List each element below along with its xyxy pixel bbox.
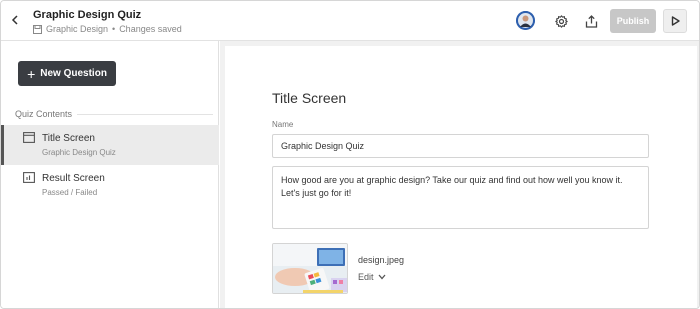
quiz-contents-header: Quiz Contents xyxy=(15,109,73,119)
page-title: Title Screen xyxy=(272,90,347,106)
description-field[interactable]: How good are you at graphic design? Take… xyxy=(272,166,649,229)
main-area: Title Screen Name Graphic Design Quiz Ho… xyxy=(220,41,699,308)
publish-button[interactable]: Publish xyxy=(610,9,656,33)
screen-icon xyxy=(23,132,35,143)
design-image xyxy=(273,244,347,293)
sidebar-item-sublabel: Passed / Failed xyxy=(42,188,98,197)
edit-dropdown[interactable]: Edit xyxy=(358,272,386,282)
preview-button[interactable] xyxy=(663,9,687,33)
chevron-left-icon xyxy=(11,15,18,25)
gear-icon xyxy=(554,14,568,28)
settings-button[interactable] xyxy=(553,13,569,29)
sidebar-item-label: Result Screen xyxy=(42,173,105,184)
image-thumbnail[interactable] xyxy=(272,243,348,294)
quiz-title: Graphic Design Quiz xyxy=(33,9,142,21)
sidebar-item-sublabel: Graphic Design Quiz xyxy=(42,148,116,157)
new-question-button[interactable]: + New Question xyxy=(18,61,116,86)
user-avatar-icon xyxy=(516,11,535,30)
edit-label: Edit xyxy=(358,272,374,282)
chart-icon xyxy=(23,172,35,183)
breadcrumb: Graphic Design • Changes saved xyxy=(33,24,182,34)
top-bar: Graphic Design Quiz Graphic Design • Cha… xyxy=(1,1,699,41)
sidebar-item-label: Title Screen xyxy=(42,133,95,144)
save-icon xyxy=(33,24,42,34)
sidebar: + New Question Quiz Contents Title Scree… xyxy=(1,41,219,308)
separator-dot: • xyxy=(112,24,116,34)
new-question-label: New Question xyxy=(40,68,107,79)
play-icon xyxy=(671,16,680,26)
chevron-down-icon xyxy=(378,274,386,280)
sidebar-item-title-screen[interactable]: Title Screen Graphic Design Quiz xyxy=(1,125,219,165)
sidebar-item-result-screen[interactable]: Result Screen Passed / Failed xyxy=(1,165,219,205)
back-button[interactable] xyxy=(7,11,23,29)
plus-icon: + xyxy=(27,65,36,82)
avatar[interactable] xyxy=(516,11,535,30)
name-field[interactable]: Graphic Design Quiz xyxy=(272,134,649,158)
save-status: Changes saved xyxy=(119,24,182,34)
name-label: Name xyxy=(272,120,294,129)
share-icon xyxy=(585,14,597,28)
app-window: Graphic Design Quiz Graphic Design • Cha… xyxy=(0,0,700,309)
editor-panel: Title Screen Name Graphic Design Quiz Ho… xyxy=(225,46,697,308)
share-button[interactable] xyxy=(583,13,599,29)
category-label: Graphic Design xyxy=(46,24,109,34)
divider xyxy=(77,114,213,115)
image-file-name: design.jpeg xyxy=(358,255,405,265)
